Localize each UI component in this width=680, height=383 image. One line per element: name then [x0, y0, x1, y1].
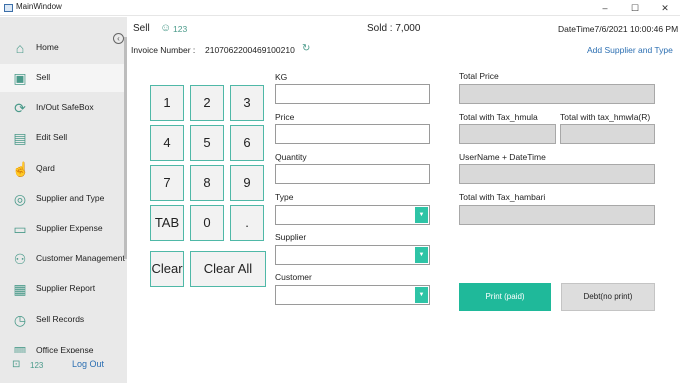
total-price-label: Total Price [459, 71, 499, 81]
sidebar-item-label: Supplier Expense [36, 223, 103, 233]
tax-hmwla-r-label: Total with tax_hmwla(R) [560, 112, 651, 122]
sidebar-item-label: Sell Records [36, 314, 85, 324]
price-input[interactable] [275, 124, 430, 144]
tax-hambari-field [459, 205, 655, 225]
sidebar-item-qard[interactable]: ☝ Qard [0, 155, 127, 183]
debt-no-print-button[interactable]: Debt(no print) [561, 283, 655, 311]
sidebar-item-label: Sell [36, 72, 51, 82]
people-icon: ⚇ [13, 251, 27, 267]
page-title: Sell [133, 23, 150, 34]
add-supplier-and-type-link[interactable]: Add Supplier and Type [587, 45, 673, 55]
key-clear[interactable]: Clear [150, 251, 184, 287]
key-dot[interactable]: . [230, 205, 264, 241]
print-paid-button[interactable]: Print (paid) [459, 283, 551, 311]
sidebar-item-label: Qard [36, 163, 55, 173]
coins-icon: ◎ [13, 191, 27, 207]
quantity-input[interactable] [275, 164, 430, 184]
minimize-button[interactable]: – [590, 0, 620, 16]
title-bar: MainWindow – ☐ ✕ [0, 0, 680, 16]
sidebar-footer: ⊡ 123 Log Out [0, 353, 127, 383]
office-icon: ▥ [13, 343, 27, 353]
key-tab[interactable]: TAB [150, 205, 184, 241]
close-button[interactable]: ✕ [650, 0, 680, 16]
sidebar-item-office-expense[interactable]: ▥ Office Expense [0, 337, 127, 353]
sidebar-item-label: Office Expense [36, 345, 94, 353]
key-6[interactable]: 6 [230, 125, 264, 161]
history-icon: ◷ [13, 312, 27, 328]
username-datetime-label: UserName + DateTime [459, 152, 546, 162]
type-label: Type [275, 192, 294, 202]
key-7[interactable]: 7 [150, 165, 184, 201]
sidebar: ‹ ⌂ Home ▣ Sell ⟳ In/Out SafeBox ▤ Edit … [0, 17, 127, 383]
key-3[interactable]: 3 [230, 85, 264, 121]
key-clear-all[interactable]: Clear All [190, 251, 266, 287]
tax-hambari-label: Total with Tax_hambari [459, 192, 546, 202]
edit-list-icon: ▤ [13, 130, 27, 146]
report-icon: ▦ [13, 281, 27, 297]
key-2[interactable]: 2 [190, 85, 224, 121]
tax-hmula-field [459, 124, 556, 144]
type-select[interactable]: ▼ [275, 205, 430, 225]
key-5[interactable]: 5 [190, 125, 224, 161]
chevron-down-icon[interactable]: ▼ [415, 207, 428, 223]
invoice-number-label: Invoice Number : [131, 45, 196, 55]
header-count: 123 [173, 24, 188, 34]
smiley-icon: ☺ [160, 22, 172, 34]
sidebar-item-label: Supplier and Type [36, 193, 105, 203]
sold-total: Sold : 7,000 [367, 23, 421, 34]
sidebar-item-in-out-safebox[interactable]: ⟳ In/Out SafeBox [0, 94, 127, 122]
sidebar-item-supplier-report[interactable]: ▦ Supplier Report [0, 275, 127, 303]
sidebar-item-label: In/Out SafeBox [36, 102, 94, 112]
main-window: MainWindow – ☐ ✕ ‹ ⌂ Home ▣ Sell ⟳ In/Ou… [0, 0, 680, 383]
wallet-icon: ▭ [13, 221, 27, 237]
chevron-down-icon[interactable]: ▼ [415, 287, 428, 303]
quantity-label: Quantity [275, 152, 307, 162]
key-0[interactable]: 0 [190, 205, 224, 241]
sidebar-item-label: Supplier Report [36, 283, 96, 293]
key-8[interactable]: 8 [190, 165, 224, 201]
logout-button[interactable]: Log Out [72, 359, 104, 369]
refresh-icon[interactable]: ↻ [302, 43, 310, 54]
supplier-label: Supplier [275, 232, 307, 242]
key-4[interactable]: 4 [150, 125, 184, 161]
total-price-field [459, 84, 655, 104]
sidebar-item-supplier-and-type[interactable]: ◎ Supplier and Type [0, 185, 127, 213]
sidebar-item-sell-records[interactable]: ◷ Sell Records [0, 306, 127, 334]
sidebar-item-label: Home [36, 42, 59, 52]
customer-select[interactable]: ▼ [275, 285, 430, 305]
tax-hmula-label: Total with Tax_hmula [459, 112, 538, 122]
sidebar-item-label: Customer Management [36, 253, 125, 263]
customer-label: Customer [275, 272, 312, 282]
person-card-icon: ▣ [13, 70, 27, 86]
sidebar-item-supplier-expense[interactable]: ▭ Supplier Expense [0, 215, 127, 243]
sidebar-item-home[interactable]: ⌂ Home [0, 34, 127, 62]
username-datetime-field [459, 164, 655, 184]
kg-input[interactable] [275, 84, 430, 104]
sync-icon: ⟳ [14, 100, 26, 116]
hand-coin-icon: ☝ [12, 161, 30, 177]
price-label: Price [275, 112, 295, 122]
key-1[interactable]: 1 [150, 85, 184, 121]
key-9[interactable]: 9 [230, 165, 264, 201]
sidebar-item-label: Edit Sell [36, 132, 68, 142]
sidebar-item-customer-management[interactable]: ⚇ Customer Management [0, 245, 127, 273]
kg-label: KG [275, 72, 288, 82]
user-badge-icon: ⊡ [12, 359, 21, 370]
supplier-select[interactable]: ▼ [275, 245, 430, 265]
sidebar-item-edit-sell[interactable]: ▤ Edit Sell [0, 124, 127, 152]
tax-hmwla-r-field [560, 124, 655, 144]
sidebar-item-sell[interactable]: ▣ Sell [0, 64, 127, 92]
maximize-button[interactable]: ☐ [620, 0, 650, 16]
app-icon [4, 4, 13, 12]
chevron-down-icon[interactable]: ▼ [415, 247, 428, 263]
user-count: 123 [30, 361, 44, 370]
window-title: MainWindow [16, 2, 62, 11]
datetime-display: DateTime7/6/2021 10:00:46 PM [558, 24, 679, 34]
invoice-number-value: 2107062200469100210 [205, 45, 295, 55]
home-icon: ⌂ [15, 40, 25, 56]
sidebar-scrollbar[interactable] [124, 37, 127, 259]
